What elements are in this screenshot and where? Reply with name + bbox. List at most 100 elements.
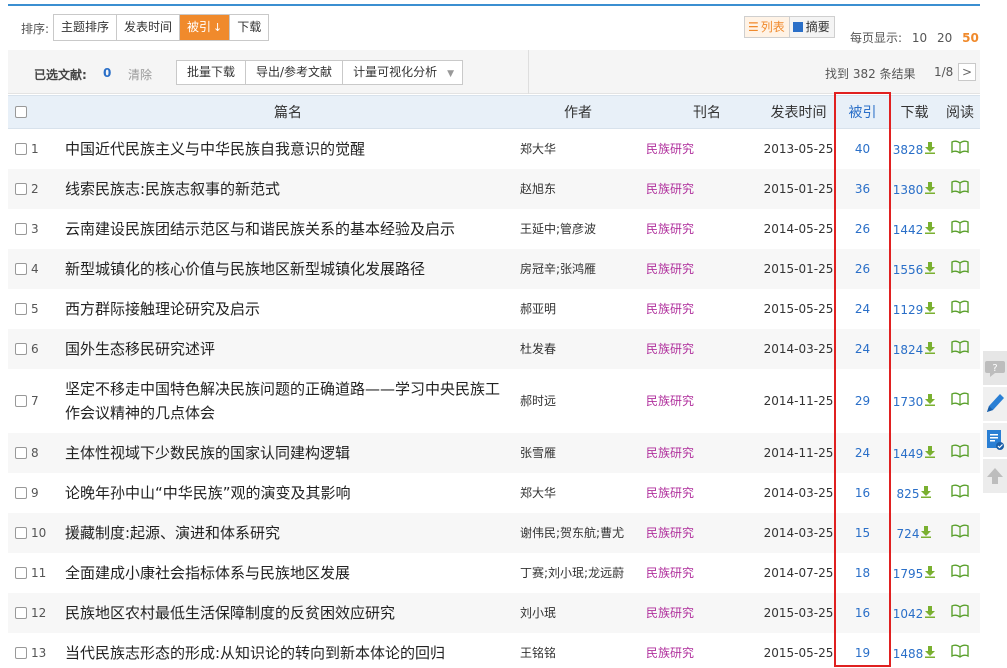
journal-link[interactable]: 民族研究	[646, 566, 694, 580]
journal-link[interactable]: 民族研究	[646, 302, 694, 316]
author-link[interactable]: 郝亚明	[520, 302, 556, 316]
author-link[interactable]: 房冠辛;张鸿雁	[520, 262, 596, 276]
download-icon[interactable]	[924, 221, 936, 237]
journal-link[interactable]: 民族研究	[646, 342, 694, 356]
download-icon[interactable]	[924, 181, 936, 197]
download-icon[interactable]	[920, 525, 932, 541]
citation-count[interactable]: 16	[836, 592, 889, 633]
journal-link[interactable]: 民族研究	[646, 486, 694, 500]
collect-button[interactable]	[983, 423, 1007, 457]
download-icon[interactable]	[924, 645, 936, 661]
article-title-link[interactable]: 主体性视域下少数民族的国家认同建构逻辑	[65, 444, 350, 462]
journal-link[interactable]: 民族研究	[646, 526, 694, 540]
open-book-icon[interactable]	[951, 603, 969, 622]
next-page-button[interactable]: >	[958, 63, 976, 81]
download-icon[interactable]	[924, 605, 936, 621]
list-view-button[interactable]: ☰ 列表	[745, 17, 790, 37]
citation-count[interactable]: 24	[836, 432, 889, 473]
article-title-link[interactable]: 全面建成小康社会指标体系与民族地区发展	[65, 564, 350, 582]
header-journal[interactable]: 刊名	[644, 95, 761, 129]
row-checkbox[interactable]	[15, 606, 27, 619]
article-title-link[interactable]: 国外生态移民研究述评	[65, 340, 215, 358]
article-title-link[interactable]: 新型城镇化的核心价值与民族地区新型城镇化发展路径	[65, 260, 425, 278]
citation-count[interactable]: 26	[836, 248, 889, 289]
download-icon[interactable]	[920, 485, 932, 501]
article-title-link[interactable]: 西方群际接触理论研究及启示	[65, 300, 260, 318]
citation-count[interactable]: 15	[836, 512, 889, 553]
per-page-10[interactable]: 10	[912, 31, 927, 45]
citation-count[interactable]: 40	[836, 129, 889, 169]
open-book-icon[interactable]	[951, 299, 969, 318]
author-link[interactable]: 王延中;管彦波	[520, 222, 596, 236]
sort-by-topic-button[interactable]: 主题排序	[54, 15, 118, 40]
article-title-link[interactable]: 中国近代民族主义与中华民族自我意识的觉醒	[65, 140, 365, 158]
article-title-link[interactable]: 坚定不移走中国特色解决民族问题的正确道路——学习中央民族工作会议精神的几点体会	[65, 380, 500, 422]
article-title-link[interactable]: 线索民族志:民族志叙事的新范式	[65, 180, 280, 198]
author-link[interactable]: 王铭铭	[520, 646, 556, 660]
citation-count[interactable]: 29	[836, 369, 889, 433]
author-link[interactable]: 张雪雁	[520, 446, 556, 460]
row-checkbox[interactable]	[15, 394, 27, 407]
journal-link[interactable]: 民族研究	[646, 446, 694, 460]
journal-link[interactable]: 民族研究	[646, 606, 694, 620]
open-book-icon[interactable]	[951, 391, 969, 410]
back-to-top-button[interactable]	[983, 459, 1007, 493]
download-icon[interactable]	[924, 301, 936, 317]
download-icon[interactable]	[924, 565, 936, 581]
citation-count[interactable]: 26	[836, 209, 889, 249]
journal-link[interactable]: 民族研究	[646, 222, 694, 236]
row-checkbox[interactable]	[15, 302, 27, 315]
article-title-link[interactable]: 云南建设民族团结示范区与和谐民族关系的基本经验及启示	[65, 220, 455, 238]
journal-link[interactable]: 民族研究	[646, 182, 694, 196]
download-icon[interactable]	[924, 141, 936, 157]
author-link[interactable]: 郑大华	[520, 142, 556, 156]
author-link[interactable]: 郑大华	[520, 486, 556, 500]
header-title[interactable]: 篇名	[58, 95, 518, 129]
open-book-icon[interactable]	[951, 483, 969, 502]
article-title-link[interactable]: 当代民族志形态的形成:从知识论的转向到新本体论的回归	[65, 644, 445, 662]
journal-link[interactable]: 民族研究	[646, 394, 694, 408]
header-downloads[interactable]: 下载	[889, 95, 940, 129]
row-checkbox[interactable]	[15, 446, 27, 459]
author-link[interactable]: 赵旭东	[520, 182, 556, 196]
download-icon[interactable]	[924, 393, 936, 409]
open-book-icon[interactable]	[951, 219, 969, 238]
sort-by-citations-button[interactable]: 被引 ↓	[180, 15, 231, 40]
clear-selection-link[interactable]: 清除	[128, 66, 152, 83]
per-page-50[interactable]: 50	[962, 31, 979, 45]
open-book-icon[interactable]	[951, 259, 969, 278]
visual-analysis-dropdown[interactable]: 计量可视化分析 ▼	[343, 61, 462, 84]
batch-download-button[interactable]: 批量下载	[177, 61, 247, 84]
open-book-icon[interactable]	[951, 339, 969, 358]
note-button[interactable]	[983, 387, 1007, 421]
journal-link[interactable]: 民族研究	[646, 262, 694, 276]
author-link[interactable]: 郝时远	[520, 394, 556, 408]
download-icon[interactable]	[924, 261, 936, 277]
open-book-icon[interactable]	[951, 563, 969, 582]
sort-by-date-button[interactable]: 发表时间	[117, 15, 181, 40]
per-page-20[interactable]: 20	[937, 31, 952, 45]
download-icon[interactable]	[924, 341, 936, 357]
header-date[interactable]: 发表时间	[761, 95, 836, 129]
citation-count[interactable]: 24	[836, 328, 889, 369]
row-checkbox[interactable]	[15, 342, 27, 355]
download-icon[interactable]	[924, 445, 936, 461]
citation-count[interactable]: 16	[836, 473, 889, 513]
article-title-link[interactable]: 援藏制度:起源、演进和体系研究	[65, 524, 280, 542]
open-book-icon[interactable]	[951, 523, 969, 542]
row-checkbox[interactable]	[15, 182, 27, 195]
export-references-button[interactable]: 导出/参考文献	[246, 61, 344, 84]
row-checkbox[interactable]	[15, 262, 27, 275]
open-book-icon[interactable]	[951, 643, 969, 662]
citation-count[interactable]: 36	[836, 168, 889, 209]
citation-count[interactable]: 18	[836, 553, 889, 593]
journal-link[interactable]: 民族研究	[646, 646, 694, 660]
row-checkbox[interactable]	[15, 486, 27, 499]
header-author[interactable]: 作者	[518, 95, 644, 129]
open-book-icon[interactable]	[951, 179, 969, 198]
citation-count[interactable]: 24	[836, 289, 889, 329]
select-all-checkbox[interactable]	[15, 106, 27, 118]
abstract-view-button[interactable]: 摘要	[789, 17, 834, 37]
open-book-icon[interactable]	[951, 139, 969, 158]
open-book-icon[interactable]	[951, 443, 969, 462]
